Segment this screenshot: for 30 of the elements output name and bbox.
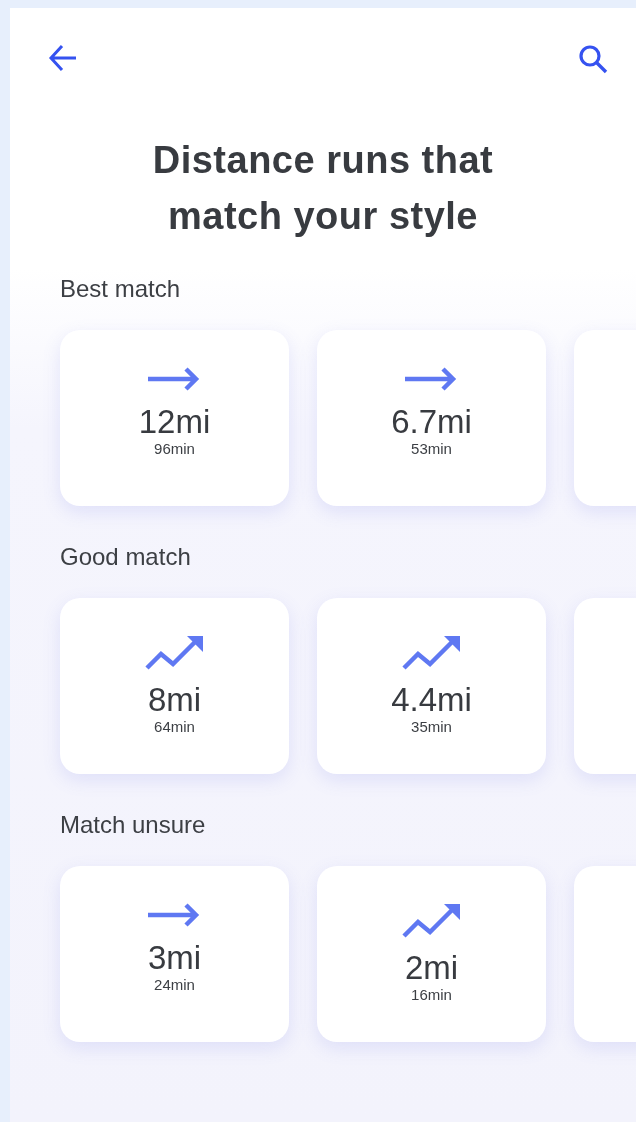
trending-up-icon <box>144 634 205 670</box>
distance-text: 8mi <box>147 682 202 718</box>
duration-text: 96min <box>154 440 195 458</box>
duration-text: 35min <box>411 718 452 736</box>
right-arrow-icon <box>404 366 459 392</box>
duration-text: 24min <box>154 976 195 994</box>
run-card[interactable]: 12mi 96min <box>60 330 289 506</box>
distance-text: 6.7mi <box>391 404 472 440</box>
run-card[interactable]: 6.7mi 53min <box>317 330 546 506</box>
distance-text: 12mi <box>138 404 211 440</box>
section-heading: Good match <box>60 542 192 572</box>
section-heading: Match unsure <box>60 810 207 840</box>
right-arrow-icon <box>147 902 202 928</box>
distance-text: 4.4mi <box>391 682 472 718</box>
section-heading: Best match <box>60 274 182 304</box>
run-card[interactable]: 2mi 16min <box>317 866 546 1042</box>
duration-text: 64min <box>154 718 195 736</box>
run-card[interactable]: 4.4mi 35min <box>317 598 546 774</box>
run-card[interactable]: 8mi 64min <box>60 598 289 774</box>
duration-text: 53min <box>411 440 452 458</box>
search-icon[interactable] <box>578 44 608 74</box>
distance-text: 2mi <box>404 950 459 986</box>
right-arrow-icon <box>147 366 202 392</box>
duration-text: 16min <box>411 986 452 1004</box>
trending-up-icon <box>401 902 462 938</box>
trending-up-icon <box>401 634 462 670</box>
back-arrow-icon[interactable] <box>48 44 78 72</box>
distance-text: 3mi <box>147 940 202 976</box>
page-title: Distance runs that match your style <box>151 138 495 239</box>
run-card[interactable]: 3mi 24min <box>60 866 289 1042</box>
